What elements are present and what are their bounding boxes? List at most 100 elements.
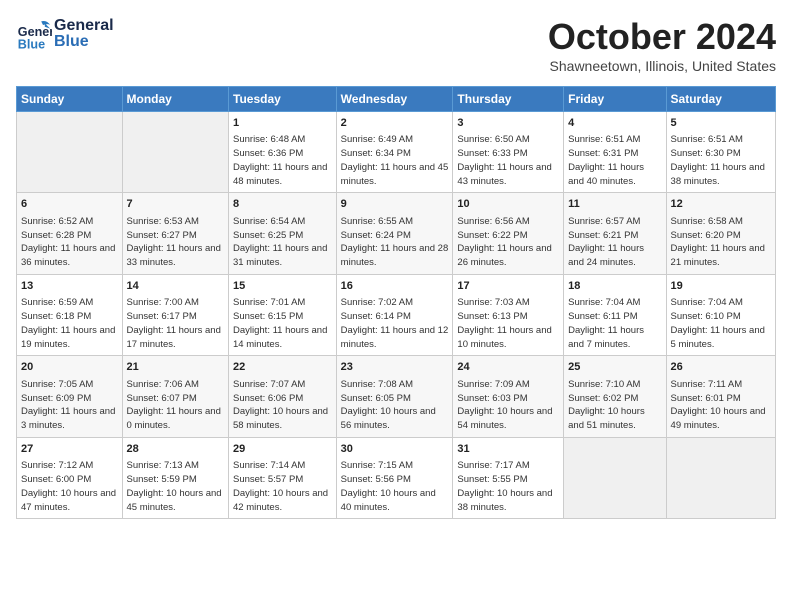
day-number: 13 — [21, 279, 118, 294]
day-detail: Sunrise: 7:05 AM Sunset: 6:09 PM Dayligh… — [21, 378, 118, 433]
calendar-cell: 18Sunrise: 7:04 AM Sunset: 6:11 PM Dayli… — [564, 274, 666, 355]
calendar-cell: 31 Sunrise: 7:17 AM Sunset: 5:55 PM Dayli… — [453, 437, 564, 518]
calendar-cell: 14 Sunrise: 7:00 AM Sunset: 6:17 PM Dayli… — [122, 274, 228, 355]
day-detail: Sunrise: 7:13 AM Sunset: 5:59 PM Dayligh… — [127, 459, 224, 514]
calendar-header: SundayMondayTuesdayWednesdayThursdayFrid… — [17, 87, 776, 112]
logo-name: General Blue — [54, 18, 114, 50]
day-number: 14 — [127, 279, 224, 294]
day-number: 12 — [671, 197, 771, 212]
day-detail: Sunrise: 7:14 AM Sunset: 5:57 PM Dayligh… — [233, 459, 332, 514]
title-block: October 2024 Shawneetown, Illinois, Unit… — [548, 16, 776, 74]
day-number: 5 — [671, 116, 771, 131]
day-detail: Sunrise: 7:03 AM Sunset: 6:13 PM Dayligh… — [457, 296, 559, 351]
day-detail: Sunrise: 7:04 AM Sunset: 6:11 PM Dayligh… — [568, 296, 661, 351]
day-number: 7 — [127, 197, 224, 212]
day-detail: Sunrise: 7:02 AM Sunset: 6:14 PM Dayligh… — [341, 296, 449, 351]
day-number: 3 — [457, 116, 559, 131]
calendar-cell: 5 Sunrise: 6:51 AM Sunset: 6:30 PM Daylig… — [666, 112, 775, 193]
day-number: 2 — [341, 116, 449, 131]
calendar-cell — [564, 437, 666, 518]
day-number: 4 — [568, 116, 661, 131]
calendar-cell: 7 Sunrise: 6:53 AM Sunset: 6:27 PM Daylig… — [122, 193, 228, 274]
day-number: 20 — [21, 360, 118, 375]
day-detail: Sunrise: 7:11 AM Sunset: 6:01 PM Dayligh… — [671, 378, 771, 433]
week-row-3: 13 Sunrise: 6:59 AM Sunset: 6:18 PM Dayli… — [17, 274, 776, 355]
day-number: 19 — [671, 279, 771, 294]
day-detail: Sunrise: 6:57 AM Sunset: 6:21 PM Dayligh… — [568, 215, 661, 270]
day-number: 24 — [457, 360, 559, 375]
calendar-cell: 21Sunrise: 7:06 AM Sunset: 6:07 PM Dayli… — [122, 356, 228, 437]
calendar-cell: 11 Sunrise: 6:57 AM Sunset: 6:21 PM Dayli… — [564, 193, 666, 274]
day-header-tuesday: Tuesday — [229, 87, 337, 112]
day-detail: Sunrise: 6:51 AM Sunset: 6:30 PM Dayligh… — [671, 133, 771, 188]
calendar-table: SundayMondayTuesdayWednesdayThursdayFrid… — [16, 86, 776, 519]
day-detail: Sunrise: 6:52 AM Sunset: 6:28 PM Dayligh… — [21, 215, 118, 270]
page-header: General Blue General Blue October 2024 S… — [16, 16, 776, 74]
day-detail: Sunrise: 7:10 AM Sunset: 6:02 PM Dayligh… — [568, 378, 661, 433]
calendar-cell: 22Sunrise: 7:07 AM Sunset: 6:06 PM Dayli… — [229, 356, 337, 437]
calendar-cell: 27 Sunrise: 7:12 AM Sunset: 6:00 PM Dayli… — [17, 437, 123, 518]
day-header-sunday: Sunday — [17, 87, 123, 112]
calendar-body: 1Sunrise: 6:48 AM Sunset: 6:36 PM Daylig… — [17, 112, 776, 519]
day-detail: Sunrise: 7:06 AM Sunset: 6:07 PM Dayligh… — [127, 378, 224, 433]
day-detail: Sunrise: 6:53 AM Sunset: 6:27 PM Dayligh… — [127, 215, 224, 270]
day-detail: Sunrise: 6:59 AM Sunset: 6:18 PM Dayligh… — [21, 296, 118, 351]
day-number: 31 — [457, 442, 559, 457]
calendar-cell: 30 Sunrise: 7:15 AM Sunset: 5:56 PM Dayli… — [336, 437, 453, 518]
calendar-cell: 15Sunrise: 7:01 AM Sunset: 6:15 PM Dayli… — [229, 274, 337, 355]
calendar-cell: 12 Sunrise: 6:58 AM Sunset: 6:20 PM Dayli… — [666, 193, 775, 274]
calendar-cell: 17 Sunrise: 7:03 AM Sunset: 6:13 PM Dayli… — [453, 274, 564, 355]
day-number: 11 — [568, 197, 661, 212]
calendar-cell — [17, 112, 123, 193]
day-detail: Sunrise: 7:04 AM Sunset: 6:10 PM Dayligh… — [671, 296, 771, 351]
day-detail: Sunrise: 7:12 AM Sunset: 6:00 PM Dayligh… — [21, 459, 118, 514]
day-detail: Sunrise: 6:55 AM Sunset: 6:24 PM Dayligh… — [341, 215, 449, 270]
day-detail: Sunrise: 6:54 AM Sunset: 6:25 PM Dayligh… — [233, 215, 332, 270]
day-number: 10 — [457, 197, 559, 212]
day-number: 26 — [671, 360, 771, 375]
calendar-cell: 25 Sunrise: 7:10 AM Sunset: 6:02 PM Dayli… — [564, 356, 666, 437]
day-number: 30 — [341, 442, 449, 457]
logo: General Blue General Blue — [16, 16, 114, 52]
day-detail: Sunrise: 7:08 AM Sunset: 6:05 PM Dayligh… — [341, 378, 449, 433]
day-number: 25 — [568, 360, 661, 375]
day-detail: Sunrise: 7:09 AM Sunset: 6:03 PM Dayligh… — [457, 378, 559, 433]
day-detail: Sunrise: 7:17 AM Sunset: 5:55 PM Dayligh… — [457, 459, 559, 514]
calendar-cell: 19 Sunrise: 7:04 AM Sunset: 6:10 PM Dayli… — [666, 274, 775, 355]
day-number: 9 — [341, 197, 449, 212]
day-detail: Sunrise: 6:51 AM Sunset: 6:31 PM Dayligh… — [568, 133, 661, 188]
calendar-cell: 6Sunrise: 6:52 AM Sunset: 6:28 PM Daylig… — [17, 193, 123, 274]
day-detail: Sunrise: 7:15 AM Sunset: 5:56 PM Dayligh… — [341, 459, 449, 514]
day-number: 27 — [21, 442, 118, 457]
calendar-cell — [122, 112, 228, 193]
day-detail: Sunrise: 6:56 AM Sunset: 6:22 PM Dayligh… — [457, 215, 559, 270]
calendar-cell: 28Sunrise: 7:13 AM Sunset: 5:59 PM Dayli… — [122, 437, 228, 518]
calendar-cell: 4 Sunrise: 6:51 AM Sunset: 6:31 PM Daylig… — [564, 112, 666, 193]
day-number: 23 — [341, 360, 449, 375]
week-row-4: 20 Sunrise: 7:05 AM Sunset: 6:09 PM Dayli… — [17, 356, 776, 437]
day-detail: Sunrise: 6:50 AM Sunset: 6:33 PM Dayligh… — [457, 133, 559, 188]
calendar-cell: 29Sunrise: 7:14 AM Sunset: 5:57 PM Dayli… — [229, 437, 337, 518]
day-detail: Sunrise: 6:58 AM Sunset: 6:20 PM Dayligh… — [671, 215, 771, 270]
logo-icon: General Blue — [16, 16, 52, 52]
calendar-cell: 24 Sunrise: 7:09 AM Sunset: 6:03 PM Dayli… — [453, 356, 564, 437]
day-detail: Sunrise: 7:00 AM Sunset: 6:17 PM Dayligh… — [127, 296, 224, 351]
day-detail: Sunrise: 7:07 AM Sunset: 6:06 PM Dayligh… — [233, 378, 332, 433]
day-number: 8 — [233, 197, 332, 212]
calendar-cell: 20 Sunrise: 7:05 AM Sunset: 6:09 PM Dayli… — [17, 356, 123, 437]
month-title: October 2024 — [548, 16, 776, 58]
day-number: 17 — [457, 279, 559, 294]
calendar-cell: 2 Sunrise: 6:49 AM Sunset: 6:34 PM Daylig… — [336, 112, 453, 193]
location-subtitle: Shawneetown, Illinois, United States — [548, 58, 776, 74]
day-header-saturday: Saturday — [666, 87, 775, 112]
day-number: 1 — [233, 116, 332, 131]
day-detail: Sunrise: 6:49 AM Sunset: 6:34 PM Dayligh… — [341, 133, 449, 188]
calendar-cell: 10 Sunrise: 6:56 AM Sunset: 6:22 PM Dayli… — [453, 193, 564, 274]
logo-blue-text: Blue — [54, 34, 114, 50]
day-header-thursday: Thursday — [453, 87, 564, 112]
day-detail: Sunrise: 7:01 AM Sunset: 6:15 PM Dayligh… — [233, 296, 332, 351]
calendar-cell: 13 Sunrise: 6:59 AM Sunset: 6:18 PM Dayli… — [17, 274, 123, 355]
calendar-cell: 3 Sunrise: 6:50 AM Sunset: 6:33 PM Daylig… — [453, 112, 564, 193]
calendar-cell — [666, 437, 775, 518]
calendar-cell: 1Sunrise: 6:48 AM Sunset: 6:36 PM Daylig… — [229, 112, 337, 193]
